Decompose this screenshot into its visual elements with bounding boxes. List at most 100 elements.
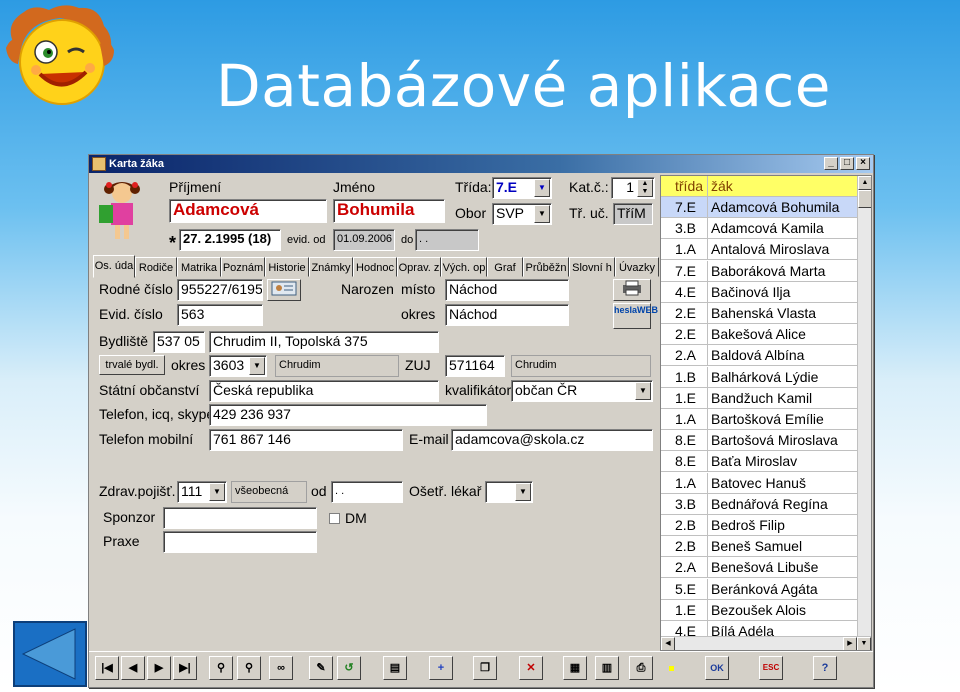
mobil-field[interactable]: 761 867 146: [209, 429, 403, 451]
kat-stepper[interactable]: 1 ▲ ▼: [611, 177, 655, 199]
list-item[interactable]: 2.E Bahenská Vlasta: [661, 303, 859, 324]
list-item[interactable]: 3.B Bednářová Regína: [661, 493, 859, 515]
stepper-arrows-icon[interactable]: ▲ ▼: [637, 179, 653, 197]
esc-button[interactable]: ESC: [759, 656, 783, 680]
window-titlebar[interactable]: Karta žáka _ □ ×: [89, 155, 873, 173]
list-item[interactable]: 1.A Antalová Miroslava: [661, 239, 859, 261]
list-vertical-scrollbar[interactable]: ▲: [857, 176, 871, 636]
scroll-right-icon[interactable]: ▶: [843, 637, 857, 650]
dm-checkbox[interactable]: [329, 513, 340, 524]
tab-vychovna-opatreni[interactable]: Vých. op: [441, 257, 487, 277]
okres2-select[interactable]: 3603 ▼: [209, 355, 267, 377]
tab-matrika[interactable]: Matrika: [177, 257, 221, 277]
email-field[interactable]: adamcova@skola.cz: [451, 429, 653, 451]
binoculars-icon[interactable]: ∞: [269, 656, 293, 680]
scroll-down-icon[interactable]: ▼: [857, 637, 871, 650]
scroll-thumb[interactable]: [858, 190, 871, 208]
undo-icon[interactable]: ↺: [337, 656, 361, 680]
rodne-cislo-field[interactable]: 955227/6195: [177, 279, 263, 301]
list-item[interactable]: 7.E Adamcová Bohumila: [661, 197, 859, 218]
tab-uvazky[interactable]: Úvazky: [615, 257, 659, 277]
list-item[interactable]: 1.A Bartošková Emílie: [661, 409, 859, 430]
narozeni-field[interactable]: 27. 2.1995 (18): [179, 229, 281, 251]
list-item[interactable]: 3.B Adamcová Kamila: [661, 218, 859, 240]
search-prev-icon[interactable]: ⚲: [209, 656, 233, 680]
telefon-field[interactable]: 429 236 937: [209, 404, 487, 426]
id-card-button[interactable]: [267, 279, 301, 301]
close-button[interactable]: ×: [856, 157, 870, 170]
praxe-field[interactable]: [163, 531, 317, 553]
tab-historie[interactable]: Historie: [265, 257, 309, 277]
okres-field[interactable]: Náchod: [445, 304, 569, 326]
tab-slovni-hodnoceni[interactable]: Slovní h: [569, 257, 615, 277]
tab-hodnoceni[interactable]: Hodnoc: [353, 257, 397, 277]
tr-uc-field[interactable]: TříM: [613, 203, 653, 225]
last-record-icon[interactable]: ▶|: [173, 656, 197, 680]
list-item[interactable]: 2.B Bedroš Filip: [661, 515, 859, 536]
evid-cislo-field[interactable]: 563: [177, 304, 263, 326]
minimize-button[interactable]: _: [824, 157, 838, 170]
back-arrow-icon[interactable]: [13, 621, 87, 687]
first-record-icon[interactable]: |◀: [95, 656, 119, 680]
evid-od-field[interactable]: 01.09.2006: [333, 229, 395, 251]
chevron-down-icon[interactable]: ▼: [515, 483, 531, 501]
report-icon[interactable]: ▥: [595, 656, 619, 680]
tab-poznamky[interactable]: Poznám: [221, 257, 265, 277]
trida-select[interactable]: 7.E ▼: [492, 177, 552, 199]
sponzor-field[interactable]: [163, 507, 317, 529]
search-next-icon[interactable]: ⚲: [237, 656, 261, 680]
chevron-down-icon[interactable]: ▼: [635, 382, 651, 400]
delete-record-icon[interactable]: ✕: [519, 656, 543, 680]
ok-button[interactable]: OK: [705, 656, 729, 680]
list-item[interactable]: 7.E Baboráková Marta: [661, 260, 859, 282]
list-item[interactable]: 1.B Balhárková Lýdie: [661, 366, 859, 388]
chevron-down-icon[interactable]: ▼: [249, 357, 265, 375]
list-item[interactable]: 8.E Baťa Miroslav: [661, 451, 859, 473]
tab-opravne-zkousky[interactable]: Oprav. z: [397, 257, 441, 277]
tab-os-uda[interactable]: Os. úda: [93, 255, 135, 278]
list-item[interactable]: 2.A Benešová Libuše: [661, 557, 859, 579]
list-item[interactable]: 4.E Bačinová Ilja: [661, 281, 859, 303]
previous-record-icon[interactable]: ◀: [121, 656, 145, 680]
record-icon[interactable]: ▤: [383, 656, 407, 680]
edit-icon[interactable]: ✎: [309, 656, 333, 680]
tab-znamky[interactable]: Známky: [309, 257, 353, 277]
zdrav-select[interactable]: 111 ▼: [177, 481, 227, 503]
prijmeni-field[interactable]: Adamcová: [169, 199, 327, 223]
list-item[interactable]: 5.E Beránková Agáta: [661, 578, 859, 600]
do-field[interactable]: . .: [415, 229, 479, 251]
list-item[interactable]: 8.E Bartošová Miroslava: [661, 430, 859, 452]
list-item[interactable]: 2.E Bakešová Alice: [661, 324, 859, 346]
list-item[interactable]: 1.E Bezoušek Alois: [661, 599, 859, 621]
psc-field[interactable]: 537 05: [153, 331, 205, 353]
scroll-up-icon[interactable]: ▲: [858, 176, 871, 190]
list-item[interactable]: 1.A Batovec Hanuš: [661, 472, 859, 494]
next-record-icon[interactable]: ▶: [147, 656, 171, 680]
add-record-icon[interactable]: +: [429, 656, 453, 680]
misto-field[interactable]: Náchod: [445, 279, 569, 301]
heslo-web-button[interactable]: heslaWEB: [613, 303, 658, 329]
scroll-left-icon[interactable]: ◀: [661, 637, 675, 650]
tab-rodice[interactable]: Rodiče: [135, 257, 177, 277]
table-view-icon[interactable]: ▦: [563, 656, 587, 680]
lekar-select[interactable]: ▼: [485, 481, 533, 503]
od-field[interactable]: . .: [331, 481, 403, 503]
help-button[interactable]: ?: [813, 656, 837, 680]
list-horizontal-scrollbar[interactable]: ◀ ▶ ▼: [661, 636, 871, 650]
jmeno-field[interactable]: Bohumila: [333, 199, 445, 223]
tab-graf[interactable]: Graf: [487, 257, 523, 277]
list-item[interactable]: 2.B Beneš Samuel: [661, 536, 859, 558]
adresa-field[interactable]: Chrudim II, Topolská 375: [209, 331, 439, 353]
list-header-row[interactable]: třída žák: [661, 176, 859, 197]
list-item[interactable]: 2.A Baldová Albína: [661, 345, 859, 367]
print-icon[interactable]: ⎙: [629, 656, 653, 680]
trvale-bydliste-button[interactable]: trvalé bydl.: [99, 355, 165, 375]
list-item[interactable]: 1.E Bandžuch Kamil: [661, 387, 859, 409]
tab-prubezne[interactable]: Průběžn: [523, 257, 569, 277]
obcanstvi-field[interactable]: Česká republika: [209, 380, 439, 402]
obor-select[interactable]: SVP ▼: [492, 203, 552, 225]
print-icon-button[interactable]: [613, 279, 651, 301]
chevron-down-icon[interactable]: ▼: [209, 483, 225, 501]
copy-record-icon[interactable]: ❐: [473, 656, 497, 680]
kvalifikator-select[interactable]: občan ČR ▼: [511, 380, 653, 402]
